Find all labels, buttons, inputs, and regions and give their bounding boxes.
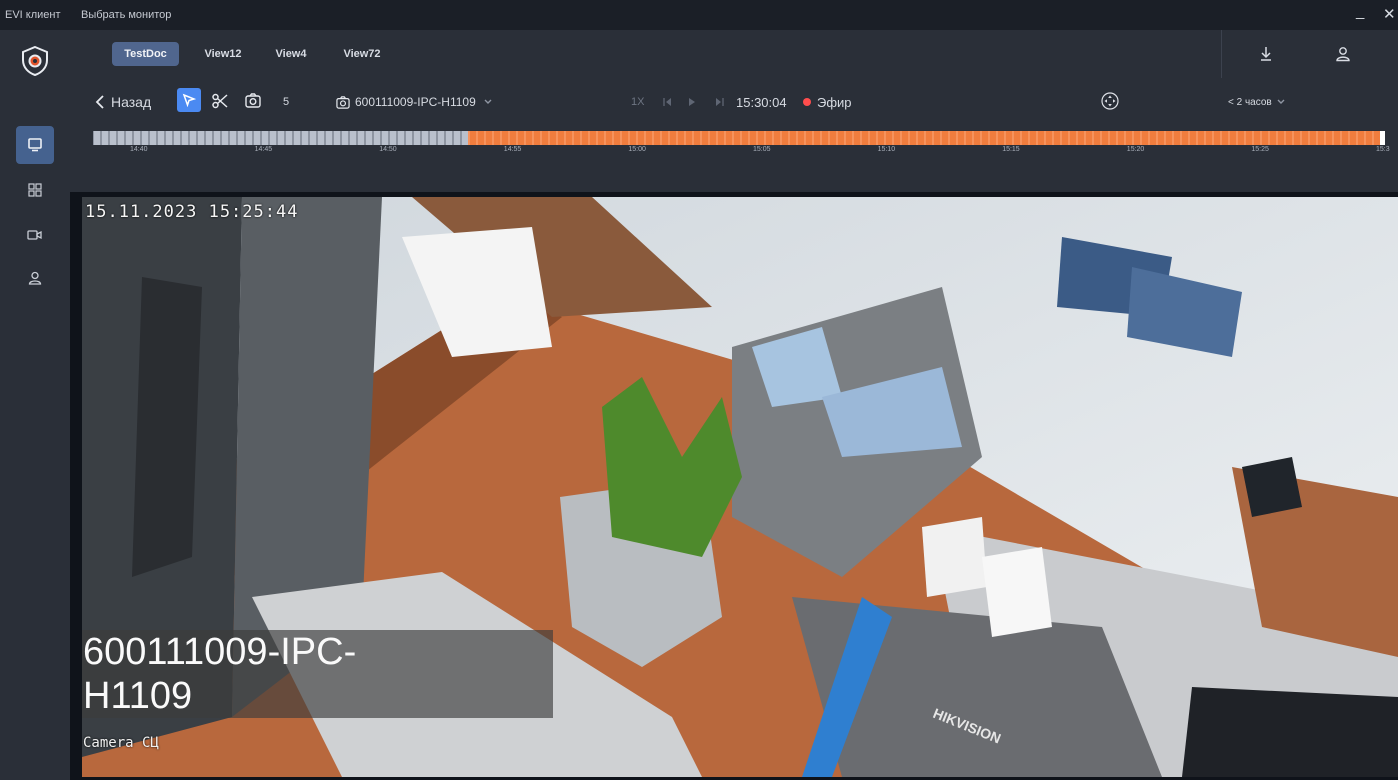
title-bar: EVI клиент Выбрать монитор _ ✕: [0, 0, 1398, 30]
playback-toolbar: Назад 5 600111009-IPC-H1109 1X 15:30:04 …: [70, 78, 1398, 128]
camera-name: 600111009-IPC-H1109: [355, 95, 476, 109]
camera-icon: [27, 230, 42, 240]
cursor-icon: [182, 93, 196, 107]
timeline-recorded-segment: [468, 131, 1385, 145]
live-dot-icon: [803, 98, 811, 106]
tab-view72[interactable]: View72: [332, 42, 392, 66]
timeline-tick-label: 15:05: [753, 146, 771, 153]
range-selector[interactable]: < 2 часов: [1228, 92, 1285, 112]
sidebar: [0, 30, 70, 780]
chevron-left-icon: [95, 95, 104, 109]
timeline-tick-label: 15:3: [1376, 146, 1390, 153]
minimize-button[interactable]: _: [1356, 3, 1364, 20]
timeline-tick-label: 15:25: [1251, 146, 1269, 153]
tab-view4[interactable]: View4: [263, 42, 319, 66]
tab-view12[interactable]: View12: [191, 42, 255, 66]
monitor-icon: [28, 138, 42, 152]
camera-selector[interactable]: 600111009-IPC-H1109: [336, 92, 492, 112]
range-label: < 2 часов: [1228, 96, 1272, 108]
select-tool-button[interactable]: [177, 88, 201, 112]
chevron-down-icon: [1277, 99, 1285, 104]
video-view[interactable]: HIKVISION 15.11.2023 15:25:44 600111009-…: [82, 197, 1398, 777]
skip-forward-icon[interactable]: [715, 97, 724, 107]
close-button[interactable]: ✕: [1383, 5, 1396, 23]
select-monitor-menu[interactable]: Выбрать монитор: [81, 9, 171, 21]
sidebar-item-layouts[interactable]: [16, 171, 54, 209]
timeline-tick-label: 14:55: [503, 146, 522, 153]
tab-testdoc[interactable]: TestDoc: [112, 42, 179, 66]
timeline-panel: 14:40 14:45 14:50 14:55 15:00 15:05 15:10 15:15…: [70, 128, 1398, 192]
app-name: EVI клиент: [5, 9, 61, 21]
timeline-tick-label: 15:20: [1126, 146, 1145, 153]
sidebar-item-monitor[interactable]: [16, 126, 54, 164]
live-label: Эфир: [817, 94, 852, 110]
timeline-tick-label: 15:15: [1002, 146, 1020, 153]
user-icon: [28, 271, 42, 285]
current-time: 15:30:04: [736, 94, 787, 110]
back-label: Назад: [111, 94, 152, 110]
sidebar-item-users[interactable]: [16, 259, 54, 297]
ptz-control-icon[interactable]: [1101, 92, 1119, 110]
logo-icon: [22, 46, 48, 76]
account-icon[interactable]: [1334, 45, 1352, 63]
scissors-icon[interactable]: [211, 92, 229, 110]
play-icon[interactable]: [688, 97, 696, 107]
timeline-scrubber[interactable]: [93, 131, 1385, 145]
timeline-tick-label: 14:45: [254, 146, 273, 153]
count-label: 5: [283, 96, 290, 108]
sidebar-item-cameras[interactable]: [16, 216, 54, 254]
timeline-tick-label: 15:10: [877, 146, 896, 153]
timeline-tick-label: 15:00: [628, 146, 646, 153]
timeline-tick-label: 14:40: [130, 146, 148, 153]
camera-title-overlay: 600111009-IPC- H1109: [82, 630, 553, 718]
speed-button[interactable]: 1X: [631, 92, 644, 112]
back-button[interactable]: Назад: [95, 92, 151, 112]
snapshot-icon[interactable]: [245, 93, 261, 108]
divider: [1221, 30, 1222, 78]
live-button[interactable]: Эфир: [803, 92, 852, 112]
grid-icon: [28, 183, 42, 197]
view-tabs-bar: TestDoc View12 View4 View72: [70, 30, 1398, 78]
timeline-tick-label: 14:50: [379, 146, 397, 153]
camera-label-overlay: Camera СЦ: [83, 735, 159, 751]
camera-snapshot-icon: [336, 95, 350, 109]
chevron-down-icon: [484, 99, 492, 104]
video-timestamp: 15.11.2023 15:25:44: [85, 202, 299, 222]
download-icon[interactable]: [1257, 45, 1275, 63]
skip-back-icon[interactable]: [663, 97, 672, 107]
timeline-cursor[interactable]: [1380, 131, 1385, 145]
